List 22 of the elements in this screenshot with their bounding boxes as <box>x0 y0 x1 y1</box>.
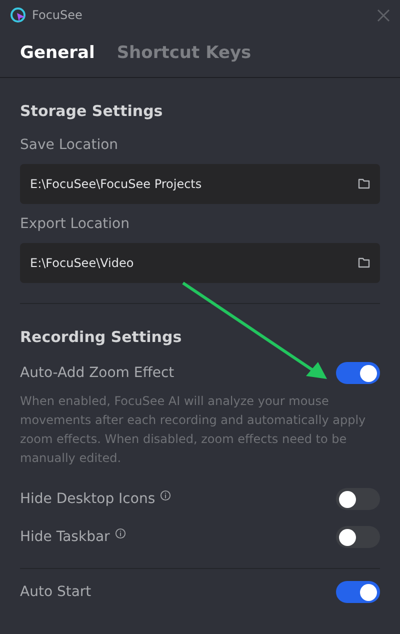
setting-label: Auto-Add Zoom Effect <box>20 364 174 382</box>
path-field[interactable]: E:\FocuSee\FocuSee Projects <box>20 164 380 204</box>
field-label: Export Location <box>20 214 130 234</box>
setting-label: Hide Taskbar <box>20 528 110 546</box>
window-title: FocuSee <box>32 7 82 24</box>
section-heading: Recording Settings <box>20 326 183 348</box>
toggle-switch[interactable] <box>336 362 380 384</box>
folder-icon[interactable] <box>358 178 370 189</box>
tab[interactable]: General <box>20 40 95 66</box>
field-label: Save Location <box>20 136 120 154</box>
toggle-switch[interactable] <box>336 488 380 510</box>
info-icon[interactable] <box>160 490 172 500</box>
toggle-switch[interactable] <box>336 581 380 603</box>
setting-description: When enabled, FocuSee AI will analyze your mouse movements after each recording and automatically apply zoom effects. When disabled, zoom effects need to be manually edited. <box>20 393 367 467</box>
toggle-switch[interactable] <box>336 526 380 548</box>
section-heading: Storage Settings <box>20 101 164 122</box>
setting-label: Auto Start <box>20 582 92 602</box>
path-field[interactable]: E:\FocuSee\Video <box>20 242 380 282</box>
setting-label: Hide Desktop Icons <box>20 490 156 508</box>
folder-icon[interactable] <box>358 257 370 268</box>
info-icon[interactable] <box>114 528 126 538</box>
app-logo-icon <box>10 7 26 23</box>
